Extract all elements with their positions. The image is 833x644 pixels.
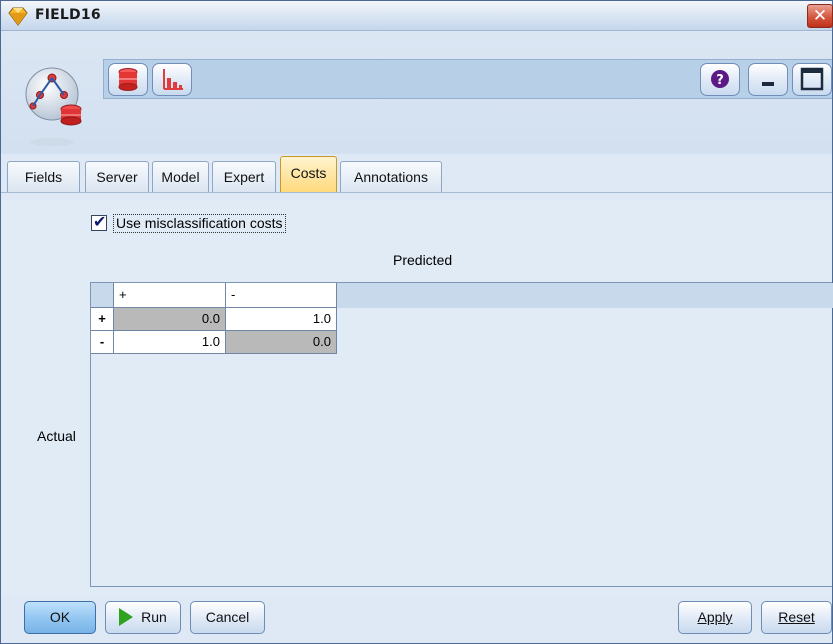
svg-text:?: ? <box>716 73 724 88</box>
tab-expert[interactable]: Expert <box>212 161 276 192</box>
tab-divider <box>1 192 832 193</box>
reset-button-label: Reset <box>778 609 815 625</box>
checkmark-icon: ✔ <box>93 212 107 231</box>
tab-bar: Fields Server Model Expert Costs Annotat… <box>1 154 832 200</box>
dialog-header: ? <box>1 32 832 154</box>
run-button-label: Run <box>141 609 167 625</box>
close-icon: ✕ <box>812 6 828 26</box>
column-header-minus[interactable]: - <box>226 283 337 308</box>
ok-button[interactable]: OK <box>24 601 96 634</box>
tree-model-icon <box>25 67 82 146</box>
maximize-button[interactable] <box>792 63 832 96</box>
cost-cell-plus-plus[interactable]: 0.0 <box>114 308 226 331</box>
cost-matrix-table: + - + 0.0 1.0 - 1.0 0.0 <box>90 282 833 587</box>
maximize-icon <box>800 67 824 91</box>
minimize-button[interactable] <box>748 63 788 96</box>
apply-button-label: Apply <box>697 609 733 625</box>
costs-panel: ✔ Use misclassification costs Predicted … <box>1 200 833 596</box>
apply-button[interactable]: Apply <box>678 601 752 634</box>
chart-button[interactable] <box>152 63 192 96</box>
window-title: FIELD16 <box>35 7 101 23</box>
toolstrip: ? <box>103 59 832 99</box>
checkbox-box[interactable]: ✔ <box>91 212 107 231</box>
run-button[interactable]: Run <box>105 601 181 634</box>
tab-annotations[interactable]: Annotations <box>340 161 442 192</box>
use-misclassification-costs-checkbox[interactable]: ✔ Use misclassification costs <box>91 212 286 233</box>
title-bar[interactable]: FIELD16 ✕ <box>1 1 833 31</box>
row-header-minus[interactable]: - <box>91 331 114 354</box>
chart-icon <box>163 69 183 90</box>
cost-cell-minus-minus[interactable]: 0.0 <box>226 331 337 354</box>
cancel-button-label: Cancel <box>205 609 250 625</box>
help-icon: ? <box>711 70 729 88</box>
checkbox-label: Use misclassification costs <box>113 213 286 233</box>
tab-model[interactable]: Model <box>152 161 209 192</box>
diamond-icon <box>8 7 28 26</box>
button-bar: OK Run Cancel Apply Reset <box>1 596 832 643</box>
dialog-window: FIELD16 ✕ ? Fields Server Model Expert C… <box>0 0 833 644</box>
cancel-button[interactable]: Cancel <box>190 601 265 634</box>
predicted-label: Predicted <box>393 252 453 268</box>
actual-label: Actual <box>37 428 76 444</box>
ok-button-label: OK <box>49 609 71 625</box>
cost-cell-plus-minus[interactable]: 1.0 <box>226 308 337 331</box>
tab-server[interactable]: Server <box>85 161 149 192</box>
database-button[interactable] <box>108 63 148 96</box>
reset-button[interactable]: Reset <box>761 601 832 634</box>
play-icon <box>119 607 134 626</box>
row-header-plus[interactable]: + <box>91 308 114 331</box>
close-button[interactable]: ✕ <box>807 4 833 28</box>
help-button[interactable]: ? <box>700 63 740 96</box>
column-header-plus[interactable]: + <box>114 283 226 308</box>
tab-fields[interactable]: Fields <box>7 161 80 192</box>
cost-cell-minus-plus[interactable]: 1.0 <box>114 331 226 354</box>
table-corner-cell <box>91 283 114 308</box>
database-icon <box>118 68 138 91</box>
minimize-icon <box>762 82 774 86</box>
tab-costs[interactable]: Costs <box>280 156 337 193</box>
